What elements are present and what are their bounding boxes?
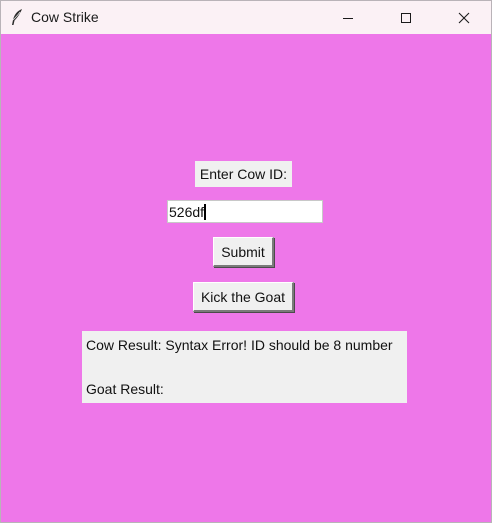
cow-result-text: Cow Result: Syntax Error! ID should be 8… (86, 337, 393, 353)
close-icon (458, 12, 470, 23)
maximize-button[interactable] (383, 1, 429, 34)
results-panel: Cow Result: Syntax Error! ID should be 8… (82, 331, 407, 403)
feather-icon (12, 9, 22, 25)
client-area: Enter Cow ID: Submit Kick the Goat Cow R… (1, 34, 491, 522)
cow-id-input[interactable] (167, 200, 323, 223)
goat-result-text: Goat Result: (86, 381, 164, 397)
title-bar[interactable]: Cow Strike (1, 1, 491, 34)
minimize-button[interactable] (325, 1, 371, 34)
window-title: Cow Strike (31, 9, 99, 25)
app-window: Cow Strike Enter Cow ID: Submit Kick the… (0, 0, 492, 523)
maximize-icon (401, 12, 411, 23)
submit-button[interactable]: Submit (213, 237, 274, 267)
close-button[interactable] (441, 1, 487, 34)
kick-goat-button[interactable]: Kick the Goat (193, 282, 294, 312)
minimize-icon (343, 17, 353, 19)
cow-id-label: Enter Cow ID: (195, 161, 292, 187)
text-cursor (204, 204, 206, 220)
